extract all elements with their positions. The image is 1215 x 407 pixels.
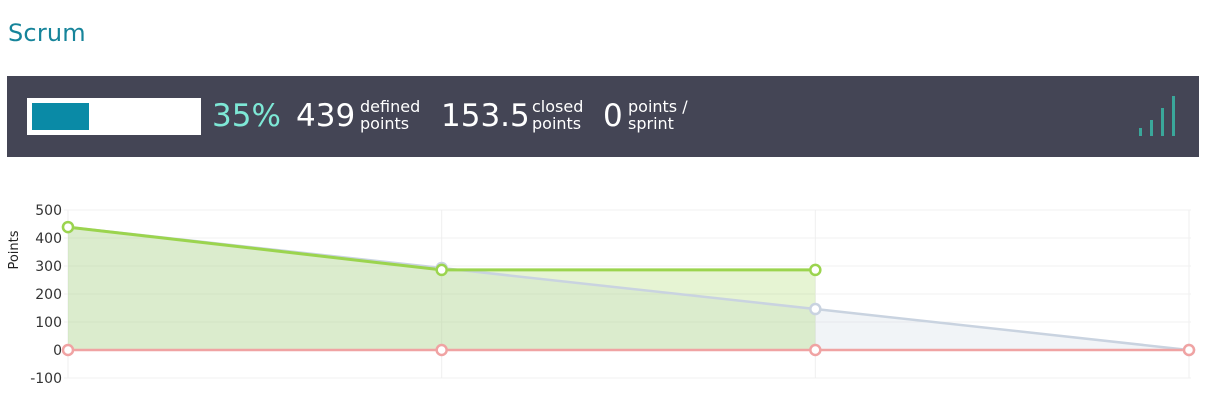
progress-bar-fill: [32, 103, 90, 130]
signal-bar-4: [1172, 96, 1175, 136]
closed-label-line2: points: [532, 114, 582, 133]
y-tick-label: 300: [35, 259, 62, 275]
series-point: [61, 343, 75, 357]
signal-bars-icon[interactable]: [1137, 96, 1181, 138]
signal-bar-1: [1139, 128, 1142, 136]
sprint-label-line2: sprint: [628, 114, 674, 133]
page-title: Scrum: [8, 19, 86, 47]
series-point: [61, 220, 75, 234]
y-tick-label: 0: [53, 343, 62, 359]
summary-band: 35% 439 defined points 153.5 closed poin…: [7, 76, 1199, 157]
series-point: [809, 343, 822, 357]
y-tick-label: 400: [35, 231, 62, 247]
burndown-chart: 500 400 300 200 100 0 -100 Points: [7, 203, 1196, 387]
percent-complete: 35%: [212, 98, 281, 134]
y-axis-label: Points: [7, 230, 22, 269]
signal-bar-2: [1150, 120, 1153, 136]
series-point: [435, 263, 448, 277]
y-tick-label: -100: [30, 371, 62, 387]
defined-label-line1: defined: [360, 97, 421, 116]
closed-points-label: closed points: [532, 98, 583, 132]
closed-label-line1: closed: [532, 97, 584, 116]
defined-label-line2: points: [360, 114, 410, 133]
signal-bar-3: [1161, 108, 1164, 136]
points-per-sprint-label: points / sprint: [628, 98, 688, 132]
y-tick-label: 200: [35, 287, 62, 303]
y-tick-label: 500: [35, 203, 62, 219]
series-point: [435, 343, 448, 357]
y-tick-label: 100: [35, 315, 62, 331]
closed-points-value: 153.5: [441, 98, 530, 134]
sprint-label-line1: points /: [628, 97, 688, 116]
series-point: [1182, 343, 1196, 357]
progress-bar: [27, 98, 201, 135]
series-point: [809, 263, 822, 277]
points-per-sprint-value: 0: [603, 98, 623, 134]
series-point: [809, 302, 822, 316]
defined-points-value: 439: [296, 98, 356, 134]
defined-points-label: defined points: [360, 98, 420, 132]
y-axis-ticks: 500 400 300 200 100 0 -100: [30, 203, 62, 387]
